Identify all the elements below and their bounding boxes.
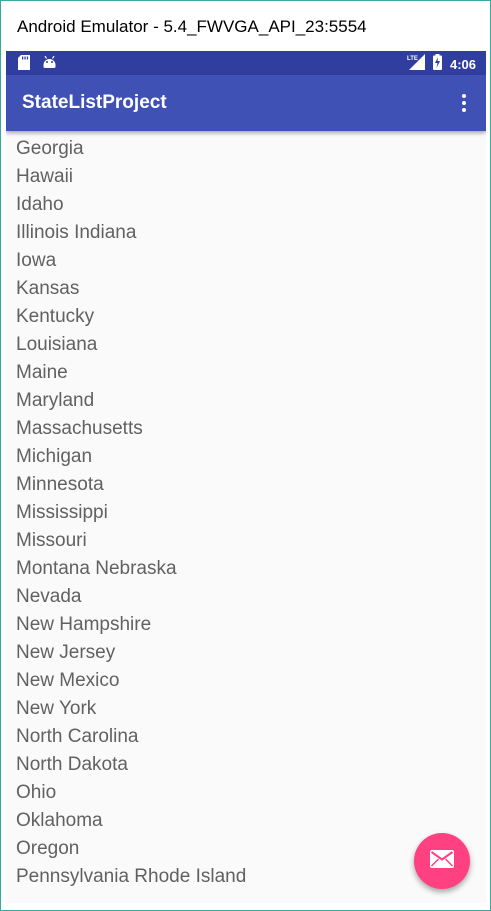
list-item[interactable]: Georgia <box>6 135 486 163</box>
list-item[interactable]: North Carolina <box>6 723 486 751</box>
window-title: Android Emulator - 5.4_FWVGA_API_23:5554 <box>17 17 367 36</box>
email-icon <box>430 849 454 873</box>
list-item[interactable]: New York <box>6 695 486 723</box>
list-item[interactable]: New Jersey <box>6 639 486 667</box>
android-icon <box>42 55 57 75</box>
list-item[interactable]: Maryland <box>6 387 486 415</box>
list-item[interactable]: Mississippi <box>6 499 486 527</box>
list-item[interactable]: Oklahoma <box>6 807 486 835</box>
list-item[interactable]: Massachusetts <box>6 415 486 443</box>
list-item[interactable]: Louisiana <box>6 331 486 359</box>
list-item[interactable]: Illinois Indiana <box>6 219 486 247</box>
network-type-label: LTE <box>407 56 418 62</box>
device-screen: LTE 4:06 StateListProject Georgia Hawaii… <box>6 51 486 903</box>
list-item[interactable]: New Mexico <box>6 667 486 695</box>
window-titlebar[interactable]: Android Emulator - 5.4_FWVGA_API_23:5554 <box>1 1 490 51</box>
app-title: StateListProject <box>22 92 167 113</box>
state-list[interactable]: Georgia Hawaii Idaho Illinois Indiana Iowa Ka… <box>6 135 486 891</box>
overflow-menu-icon[interactable] <box>452 91 476 115</box>
list-item[interactable]: New Hampshire <box>6 611 486 639</box>
app-toolbar: StateListProject <box>6 75 486 131</box>
list-item[interactable]: Hawaii <box>6 163 486 191</box>
list-item[interactable]: Idaho <box>6 191 486 219</box>
email-fab-button[interactable] <box>414 833 470 889</box>
list-item[interactable]: Montana Nebraska <box>6 555 486 583</box>
battery-charging-icon <box>432 54 442 75</box>
list-item[interactable]: Iowa <box>6 247 486 275</box>
emulator-window: Android Emulator - 5.4_FWVGA_API_23:5554 <box>0 0 491 911</box>
list-item[interactable]: Missouri <box>6 527 486 555</box>
list-item[interactable]: Kentucky <box>6 303 486 331</box>
list-item[interactable]: Kansas <box>6 275 486 303</box>
list-item[interactable]: Michigan <box>6 443 486 471</box>
list-item[interactable]: Maine <box>6 359 486 387</box>
list-item[interactable]: Ohio <box>6 779 486 807</box>
status-bar: LTE 4:06 <box>6 51 486 75</box>
signal-icon: LTE <box>407 54 425 75</box>
status-time: 4:06 <box>449 57 476 72</box>
sd-card-icon <box>18 55 30 75</box>
list-item[interactable]: Minnesota <box>6 471 486 499</box>
list-item[interactable]: Nevada <box>6 583 486 611</box>
list-item[interactable]: North Dakota <box>6 751 486 779</box>
